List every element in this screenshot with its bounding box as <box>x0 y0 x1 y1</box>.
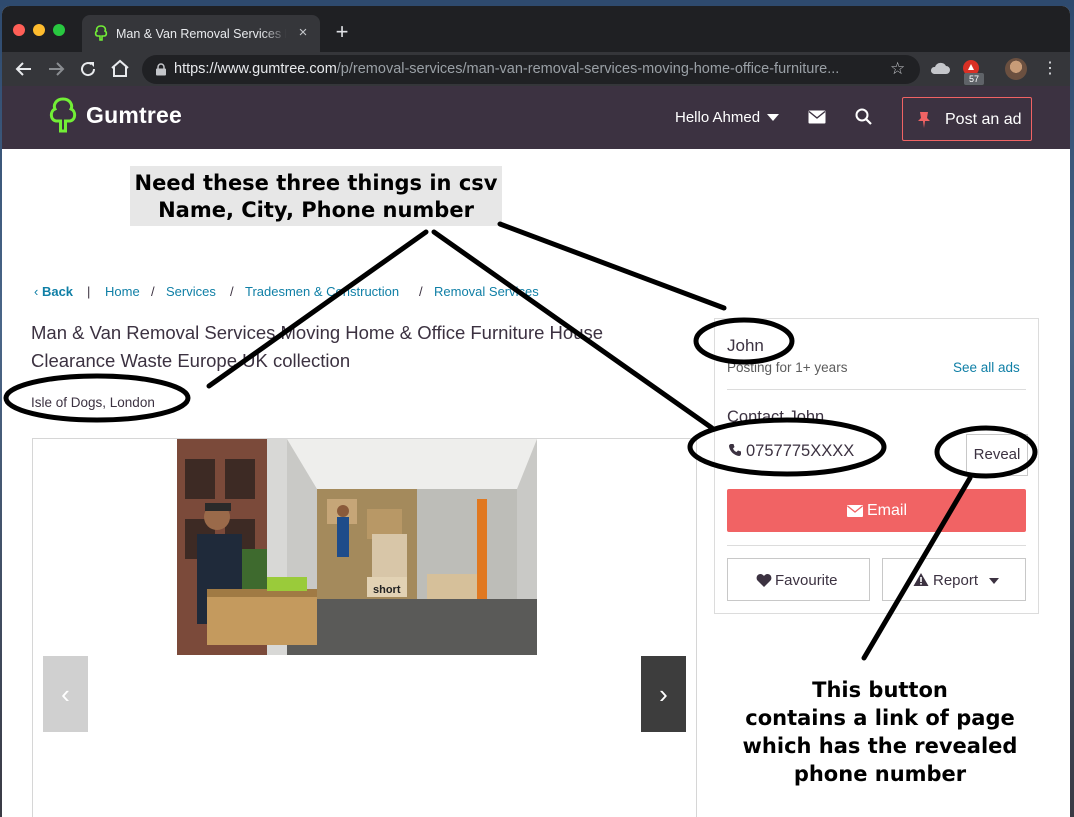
favourite-button[interactable]: Favourite <box>727 558 870 601</box>
phone-icon <box>729 444 741 456</box>
tab-title: Man & Van Removal Services M <box>116 27 286 41</box>
chrome-menu-icon[interactable]: ⋮ <box>1042 58 1058 80</box>
chevron-down-icon[interactable] <box>767 114 779 121</box>
breadcrumb-separator: / <box>151 284 155 299</box>
seller-card: John Posting for 1+ years See all ads Co… <box>714 318 1039 614</box>
annotation-line: which has the revealed <box>742 734 1018 758</box>
divider <box>727 545 1026 546</box>
tab-close-icon[interactable]: × <box>294 24 312 42</box>
home-icon[interactable] <box>108 57 132 81</box>
back-link-label: Back <box>41 284 74 299</box>
seller-name: John <box>727 336 764 355</box>
annotation-line: Need these three things in csv <box>134 171 498 195</box>
search-icon[interactable] <box>854 107 874 127</box>
breadcrumb-removal-services[interactable]: Removal Services <box>434 282 539 302</box>
email-button-label: Email <box>867 502 908 519</box>
envelope-icon <box>847 505 863 517</box>
gallery-next-button[interactable]: › <box>641 656 686 732</box>
email-button[interactable]: Email <box>727 489 1026 532</box>
url-path: /p/removal-services/man-van-removal-serv… <box>336 61 840 77</box>
screenshot-stage: Man & Van Removal Services M × + https:/… <box>0 0 1074 817</box>
cloud-extension-icon[interactable] <box>928 57 952 81</box>
page-content: Need these three things in csv Name, Cit… <box>2 149 1070 817</box>
phone-number: 0757775XXXX <box>746 442 855 460</box>
lock-icon <box>156 63 166 76</box>
pin-icon <box>918 112 930 128</box>
annotation-line: This button <box>812 678 948 702</box>
annotation-note-bottom: This button contains a link of page whic… <box>720 674 1040 790</box>
breadcrumb-separator: / <box>230 284 234 299</box>
reload-icon[interactable] <box>76 57 100 81</box>
post-an-ad-label: Post an ad <box>945 111 1022 128</box>
breadcrumb-tradesmen[interactable]: Tradesmen & Construction <box>245 282 399 302</box>
annotation-line: contains a link of page <box>745 706 1015 730</box>
ad-title-line: Man & Van Removal Services Moving Home &… <box>31 322 604 343</box>
ad-location: Isle of Dogs, London <box>31 395 155 410</box>
report-label: Report <box>933 572 979 589</box>
close-window-button[interactable] <box>13 24 25 36</box>
back-link[interactable]: ‹ Back <box>34 282 73 302</box>
breadcrumb-home[interactable]: Home <box>105 282 140 302</box>
contact-label: Contact John <box>727 408 825 426</box>
breadcrumb-bar: | <box>87 284 91 299</box>
report-button[interactable]: Report <box>882 558 1026 601</box>
new-tab-button[interactable]: + <box>330 21 354 45</box>
site-header: Gumtree Hello Ahmed Post an ad <box>2 86 1070 149</box>
forward-arrow-icon[interactable] <box>44 57 68 81</box>
bookmark-star-icon[interactable]: ☆ <box>890 59 910 79</box>
back-arrow-icon[interactable] <box>12 57 36 81</box>
extension-badge: 57 <box>964 73 984 85</box>
chevron-down-icon <box>989 578 999 584</box>
active-tab[interactable]: Man & Van Removal Services M × <box>82 15 320 52</box>
minimize-window-button[interactable] <box>33 24 45 36</box>
ad-photo[interactable]: short <box>177 439 537 655</box>
breadcrumb-services[interactable]: Services <box>166 282 216 302</box>
ad-title: Man & Van Removal Services Moving Home &… <box>31 319 661 377</box>
annotation-line: Name, City, Phone number <box>158 198 474 222</box>
mail-icon[interactable] <box>808 110 826 124</box>
photo-crate-text: short <box>373 584 401 596</box>
tab-strip: Man & Van Removal Services M × + <box>2 6 1070 52</box>
url-text: https://www.gumtree.com/p/removal-servic… <box>174 60 886 79</box>
browser-toolbar: https://www.gumtree.com/p/removal-servic… <box>2 52 1070 86</box>
gumtree-logo-text[interactable]: Gumtree <box>86 100 206 130</box>
favourite-label: Favourite <box>775 572 838 589</box>
removal-van-photo: short <box>177 439 537 655</box>
warning-icon <box>913 573 929 586</box>
ad-title-line: Clearance Waste Europe UK collection <box>31 350 351 371</box>
see-all-ads-link[interactable]: See all ads <box>953 359 1031 377</box>
url-host: https://www.gumtree.com <box>174 61 337 77</box>
heart-icon <box>756 574 772 587</box>
browser-window: Man & Van Removal Services M × + https:/… <box>2 6 1070 817</box>
user-greeting[interactable]: Hello Ahmed <box>675 107 765 129</box>
divider <box>727 389 1026 390</box>
post-an-ad-button[interactable]: Post an ad <box>902 97 1032 141</box>
gumtree-logo-icon[interactable] <box>48 96 78 134</box>
image-gallery: short ‹ › <box>32 438 697 817</box>
profile-avatar-icon[interactable] <box>1005 58 1027 80</box>
breadcrumb-separator: / <box>419 284 423 299</box>
gumtree-favicon-icon <box>94 25 108 41</box>
gallery-prev-button[interactable]: ‹ <box>43 656 88 732</box>
breadcrumb: ‹ Back | Home / Services / Tradesmen & C… <box>32 282 592 302</box>
annotation-note-top: Need these three things in csv Name, Cit… <box>130 166 502 226</box>
posting-duration: Posting for 1+ years <box>727 360 848 375</box>
reveal-button[interactable]: Reveal <box>966 434 1028 476</box>
address-bar[interactable]: https://www.gumtree.com/p/removal-servic… <box>142 55 920 84</box>
annotation-line: phone number <box>793 762 967 786</box>
tab-title-fade <box>262 23 288 43</box>
maximize-window-button[interactable] <box>53 24 65 36</box>
